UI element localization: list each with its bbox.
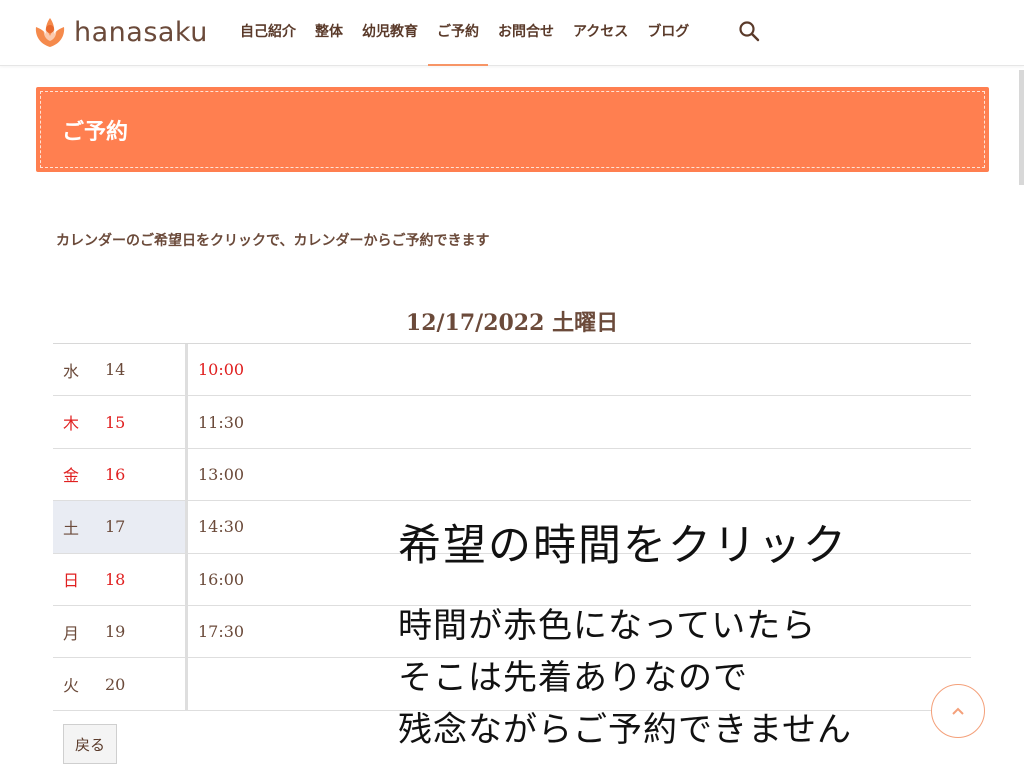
nav-item-early-education[interactable]: 幼児教育	[362, 0, 418, 66]
day-number: 17	[105, 517, 126, 537]
selected-date-heading: 12/17/2022 土曜日	[405, 310, 619, 336]
weekday-label: 木	[63, 414, 80, 434]
day-cell[interactable]: 水 14	[53, 344, 188, 396]
weekday-label: 月	[63, 623, 80, 643]
banner-dashed-border	[40, 91, 985, 168]
annotation-line: 時間が赤色になっていたら	[398, 606, 817, 646]
nav-item-contact[interactable]: お問合せ	[498, 0, 554, 66]
site-header: hanasaku 自己紹介 整体 幼児教育 ご予約 お問合せ アクセス ブログ	[0, 0, 1024, 66]
day-cell-selected[interactable]: 土 17	[53, 501, 188, 553]
page-title: ご予約	[62, 119, 129, 145]
nav-item-blog[interactable]: ブログ	[647, 0, 689, 66]
nav-item-profile[interactable]: 自己紹介	[240, 0, 296, 66]
nav-item-access[interactable]: アクセス	[573, 0, 628, 66]
table-row: 水 14 10:00	[53, 344, 971, 397]
main-nav: 自己紹介 整体 幼児教育 ご予約 お問合せ アクセス ブログ	[240, 0, 708, 66]
time-slot[interactable]: 13:00	[188, 449, 971, 500]
day-number: 15	[105, 412, 126, 432]
weekday-label: 水	[63, 361, 80, 381]
annotation-line: 残念ながらご予約できません	[398, 710, 852, 750]
chevron-up-icon	[952, 707, 964, 715]
rose-logo-icon	[35, 18, 65, 47]
day-number: 14	[105, 360, 126, 380]
annotation-headline: 希望の時間をクリック	[398, 521, 848, 571]
time-slot[interactable]: 11:30	[188, 396, 971, 447]
day-cell[interactable]: 金 16	[53, 448, 188, 501]
day-cell[interactable]: 火 20	[53, 658, 188, 710]
search-icon[interactable]	[738, 20, 760, 42]
table-row: 木 15 11:30	[53, 396, 971, 449]
page-scrollbar[interactable]	[1019, 70, 1024, 185]
day-cell[interactable]: 月 19	[53, 605, 188, 658]
day-number: 16	[105, 464, 126, 484]
day-number: 19	[105, 622, 126, 642]
weekday-label: 日	[63, 571, 80, 591]
annotation-overlay: 希望の時間をクリック 時間が赤色になっていたら そこは先着ありなので 残念ながら…	[398, 510, 852, 756]
site-logo[interactable]: hanasaku	[32, 14, 208, 50]
instruction-text: カレンダーのご希望日をクリックで、カレンダーからご予約できます	[56, 233, 490, 249]
nav-item-seitai[interactable]: 整体	[315, 0, 343, 66]
weekday-label: 火	[63, 676, 80, 696]
scroll-to-top-button[interactable]	[931, 684, 985, 738]
table-row: 金 16 13:00	[53, 448, 971, 502]
weekday-label: 金	[63, 466, 80, 486]
back-button[interactable]: 戻る	[63, 724, 117, 764]
time-slot[interactable]: 10:00	[188, 344, 971, 395]
page-title-banner: ご予約	[36, 87, 989, 172]
nav-item-reservation[interactable]: ご予約	[428, 0, 488, 66]
day-number: 20	[105, 674, 126, 694]
day-cell[interactable]: 木 15	[53, 396, 188, 448]
weekday-label: 土	[63, 518, 80, 538]
day-cell[interactable]: 日 18	[53, 553, 188, 605]
day-number: 18	[105, 569, 126, 589]
annotation-line: そこは先着ありなので	[398, 658, 748, 698]
site-name: hanasaku	[74, 16, 208, 48]
